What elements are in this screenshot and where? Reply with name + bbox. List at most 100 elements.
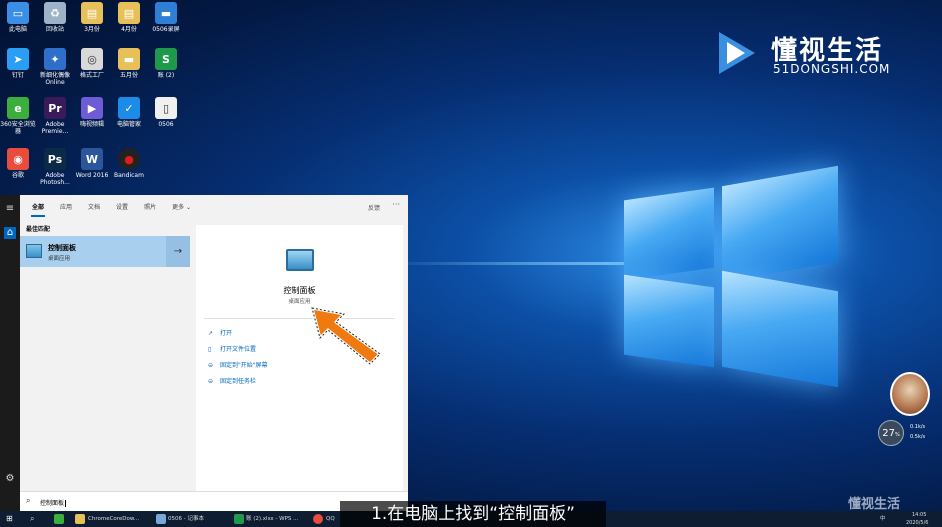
document-icon: ▯ xyxy=(155,97,177,119)
desktop-icon-label: 钉钉 xyxy=(11,72,24,79)
feedback-link[interactable]: 反馈 xyxy=(368,203,380,212)
control-panel-icon xyxy=(26,244,42,258)
home-icon[interactable]: ⌂ xyxy=(4,227,16,239)
desktop-icon-label: 4月份 xyxy=(121,26,137,33)
action-open[interactable]: ↗ 打开 xyxy=(208,328,232,337)
pin-icon: ⊖ xyxy=(208,378,214,385)
desktop-icon[interactable]: ▬ 五月份 xyxy=(111,48,147,79)
browser-360-icon: e xyxy=(7,97,29,119)
desktop-icon-label: Adobe Photosh... xyxy=(40,172,70,186)
tab-photos[interactable]: 照片 xyxy=(144,202,156,211)
desktop-icon[interactable]: ◉ 谷歌 xyxy=(0,148,36,179)
desktop-icon-label: Bandicam xyxy=(114,172,144,179)
bandicam-icon: ● xyxy=(118,148,140,170)
action-pin-start[interactable]: ⊖ 固定到"开始"屏幕 xyxy=(208,360,268,369)
spreadsheet-icon: S xyxy=(155,48,177,70)
desktop-icon-label: 谷歌 xyxy=(11,172,24,179)
desktop-icon-label: 0506录屏 xyxy=(152,26,180,33)
desktop-icon-label: 回收站 xyxy=(45,26,64,33)
desktop-icon[interactable]: ▯ 0506 xyxy=(148,97,184,128)
desktop-icon[interactable]: Pr Adobe Premie... xyxy=(37,97,73,135)
desktop-icon-label: 3月份 xyxy=(84,26,100,33)
video-editor-icon: ▶ xyxy=(81,97,103,119)
tab-all[interactable]: 全部 xyxy=(30,202,46,217)
desktop-icon-label: 电脑管家 xyxy=(116,121,141,128)
upload-rate: 0.1k/s xyxy=(910,424,926,430)
taskbar-item-wps[interactable]: 账 (2).xlsx - WPS ... xyxy=(246,513,298,525)
windows-logo-wallpaper xyxy=(620,165,842,388)
ime-indicator[interactable]: 中 xyxy=(880,513,886,525)
pin-icon: ⊖ xyxy=(208,362,214,369)
desktop-icon[interactable]: ▤ 3月份 xyxy=(74,2,110,33)
desktop-icon[interactable]: ♻ 回收站 xyxy=(37,2,73,33)
word-icon: W xyxy=(81,148,103,170)
taskbar-item-qq[interactable]: QQ xyxy=(326,513,335,525)
desktop-icon[interactable]: e 360安全浏览器 xyxy=(0,97,36,135)
chrome-icon[interactable] xyxy=(313,514,323,524)
settings-gear-icon[interactable]: ⚙ xyxy=(4,473,16,485)
taskbar-item-chrome[interactable]: ChromeCoreDow... xyxy=(88,513,139,525)
desktop-icon[interactable]: Ps Adobe Photosh... xyxy=(37,148,73,186)
play-logo-icon xyxy=(719,32,755,74)
taskbar-item-notepad[interactable]: 0506 - 记事本 xyxy=(168,513,204,525)
desktop-icon[interactable]: ✦ 新细化偶像 Online xyxy=(37,48,73,86)
start-rail: ≡ ⌂ ⚙ xyxy=(0,195,20,511)
desktop-icon-label: 此电脑 xyxy=(8,26,27,33)
best-match-heading: 最佳匹配 xyxy=(26,226,51,233)
browser-360-icon[interactable] xyxy=(54,514,64,524)
assistant-avatar[interactable] xyxy=(890,372,930,416)
desktop-icon[interactable]: ▶ 嗨视频辑 xyxy=(74,97,110,128)
tab-apps[interactable]: 应用 xyxy=(60,202,72,211)
hamburger-icon[interactable]: ≡ xyxy=(4,203,16,215)
desktop-icon[interactable]: S 账 (2) xyxy=(148,48,184,79)
result-subtitle: 桌面应用 xyxy=(48,256,71,262)
file-location-icon: ▯ xyxy=(208,346,212,353)
watermark: 懂视生活 xyxy=(848,497,901,512)
desktop-icon-label: 新细化偶像 Online xyxy=(39,72,70,86)
desktop-icon[interactable]: ● Bandicam xyxy=(111,148,147,179)
wps-icon[interactable] xyxy=(234,514,244,524)
tab-documents[interactable]: 文档 xyxy=(88,202,100,211)
expand-arrow-icon[interactable]: → xyxy=(166,236,190,267)
tab-more[interactable]: 更多 ⌄ xyxy=(172,202,191,211)
dingtalk-icon: ➤ xyxy=(7,48,29,70)
action-open-file-location[interactable]: ▯ 打开文件位置 xyxy=(208,344,256,353)
search-input[interactable]: 控制面板 xyxy=(40,498,67,507)
tutorial-caption: 1.在电脑上找到“控制面板” xyxy=(340,501,606,527)
open-icon: ↗ xyxy=(208,330,214,337)
more-options-icon[interactable]: ··· xyxy=(392,200,400,209)
computer-icon: ▭ xyxy=(7,2,29,24)
search-icon: ⌕ xyxy=(26,496,31,505)
desktop-icon[interactable]: ▬ 0506录屏 xyxy=(148,2,184,33)
file-explorer-icon[interactable] xyxy=(75,514,85,524)
search-icon[interactable]: ⌕ xyxy=(30,513,34,525)
pointer-arrow-icon xyxy=(310,306,382,366)
desktop-icon-label: 账 (2) xyxy=(157,72,175,79)
detail-title: 控制面板 xyxy=(283,286,316,295)
format-factory-icon: ◎ xyxy=(81,48,103,70)
light-beam xyxy=(380,262,630,265)
brand-url: 51DONGSHI.COM xyxy=(773,62,891,76)
folder-zip-icon: ▤ xyxy=(118,2,140,24)
shield-icon: ✓ xyxy=(118,97,140,119)
desktop-icon-label: 格式工厂 xyxy=(79,72,104,79)
chevron-down-icon: ⌄ xyxy=(184,203,192,211)
best-match-result[interactable]: 控制面板 桌面应用 xyxy=(20,236,190,267)
desktop-icon[interactable]: ◎ 格式工厂 xyxy=(74,48,110,79)
result-title: 控制面板 xyxy=(48,244,76,252)
search-tabs: 全部 应用 文档 设置 照片 更多 ⌄ xyxy=(20,195,408,217)
desktop-icon-label: 360安全浏览器 xyxy=(0,121,36,135)
folder-zip-icon: ▤ xyxy=(81,2,103,24)
windows-start-icon[interactable]: ⊞ xyxy=(6,513,13,525)
action-pin-taskbar[interactable]: ⊖ 固定到任务栏 xyxy=(208,376,256,385)
desktop-icon-label: 0506 xyxy=(158,121,174,128)
desktop-icon[interactable]: W Word 2016 xyxy=(74,148,110,179)
tab-settings[interactable]: 设置 xyxy=(116,202,128,211)
clock-date[interactable]: 2020/5/6 xyxy=(906,519,928,527)
desktop-icon[interactable]: ✓ 电脑管家 xyxy=(111,97,147,128)
desktop-icon[interactable]: ➤ 钉钉 xyxy=(0,48,36,79)
speed-badge[interactable]: 27% xyxy=(878,420,904,446)
notepad-icon[interactable] xyxy=(156,514,166,524)
desktop-icon[interactable]: ▤ 4月份 xyxy=(111,2,147,33)
desktop-icon[interactable]: ▭ 此电脑 xyxy=(0,2,36,33)
